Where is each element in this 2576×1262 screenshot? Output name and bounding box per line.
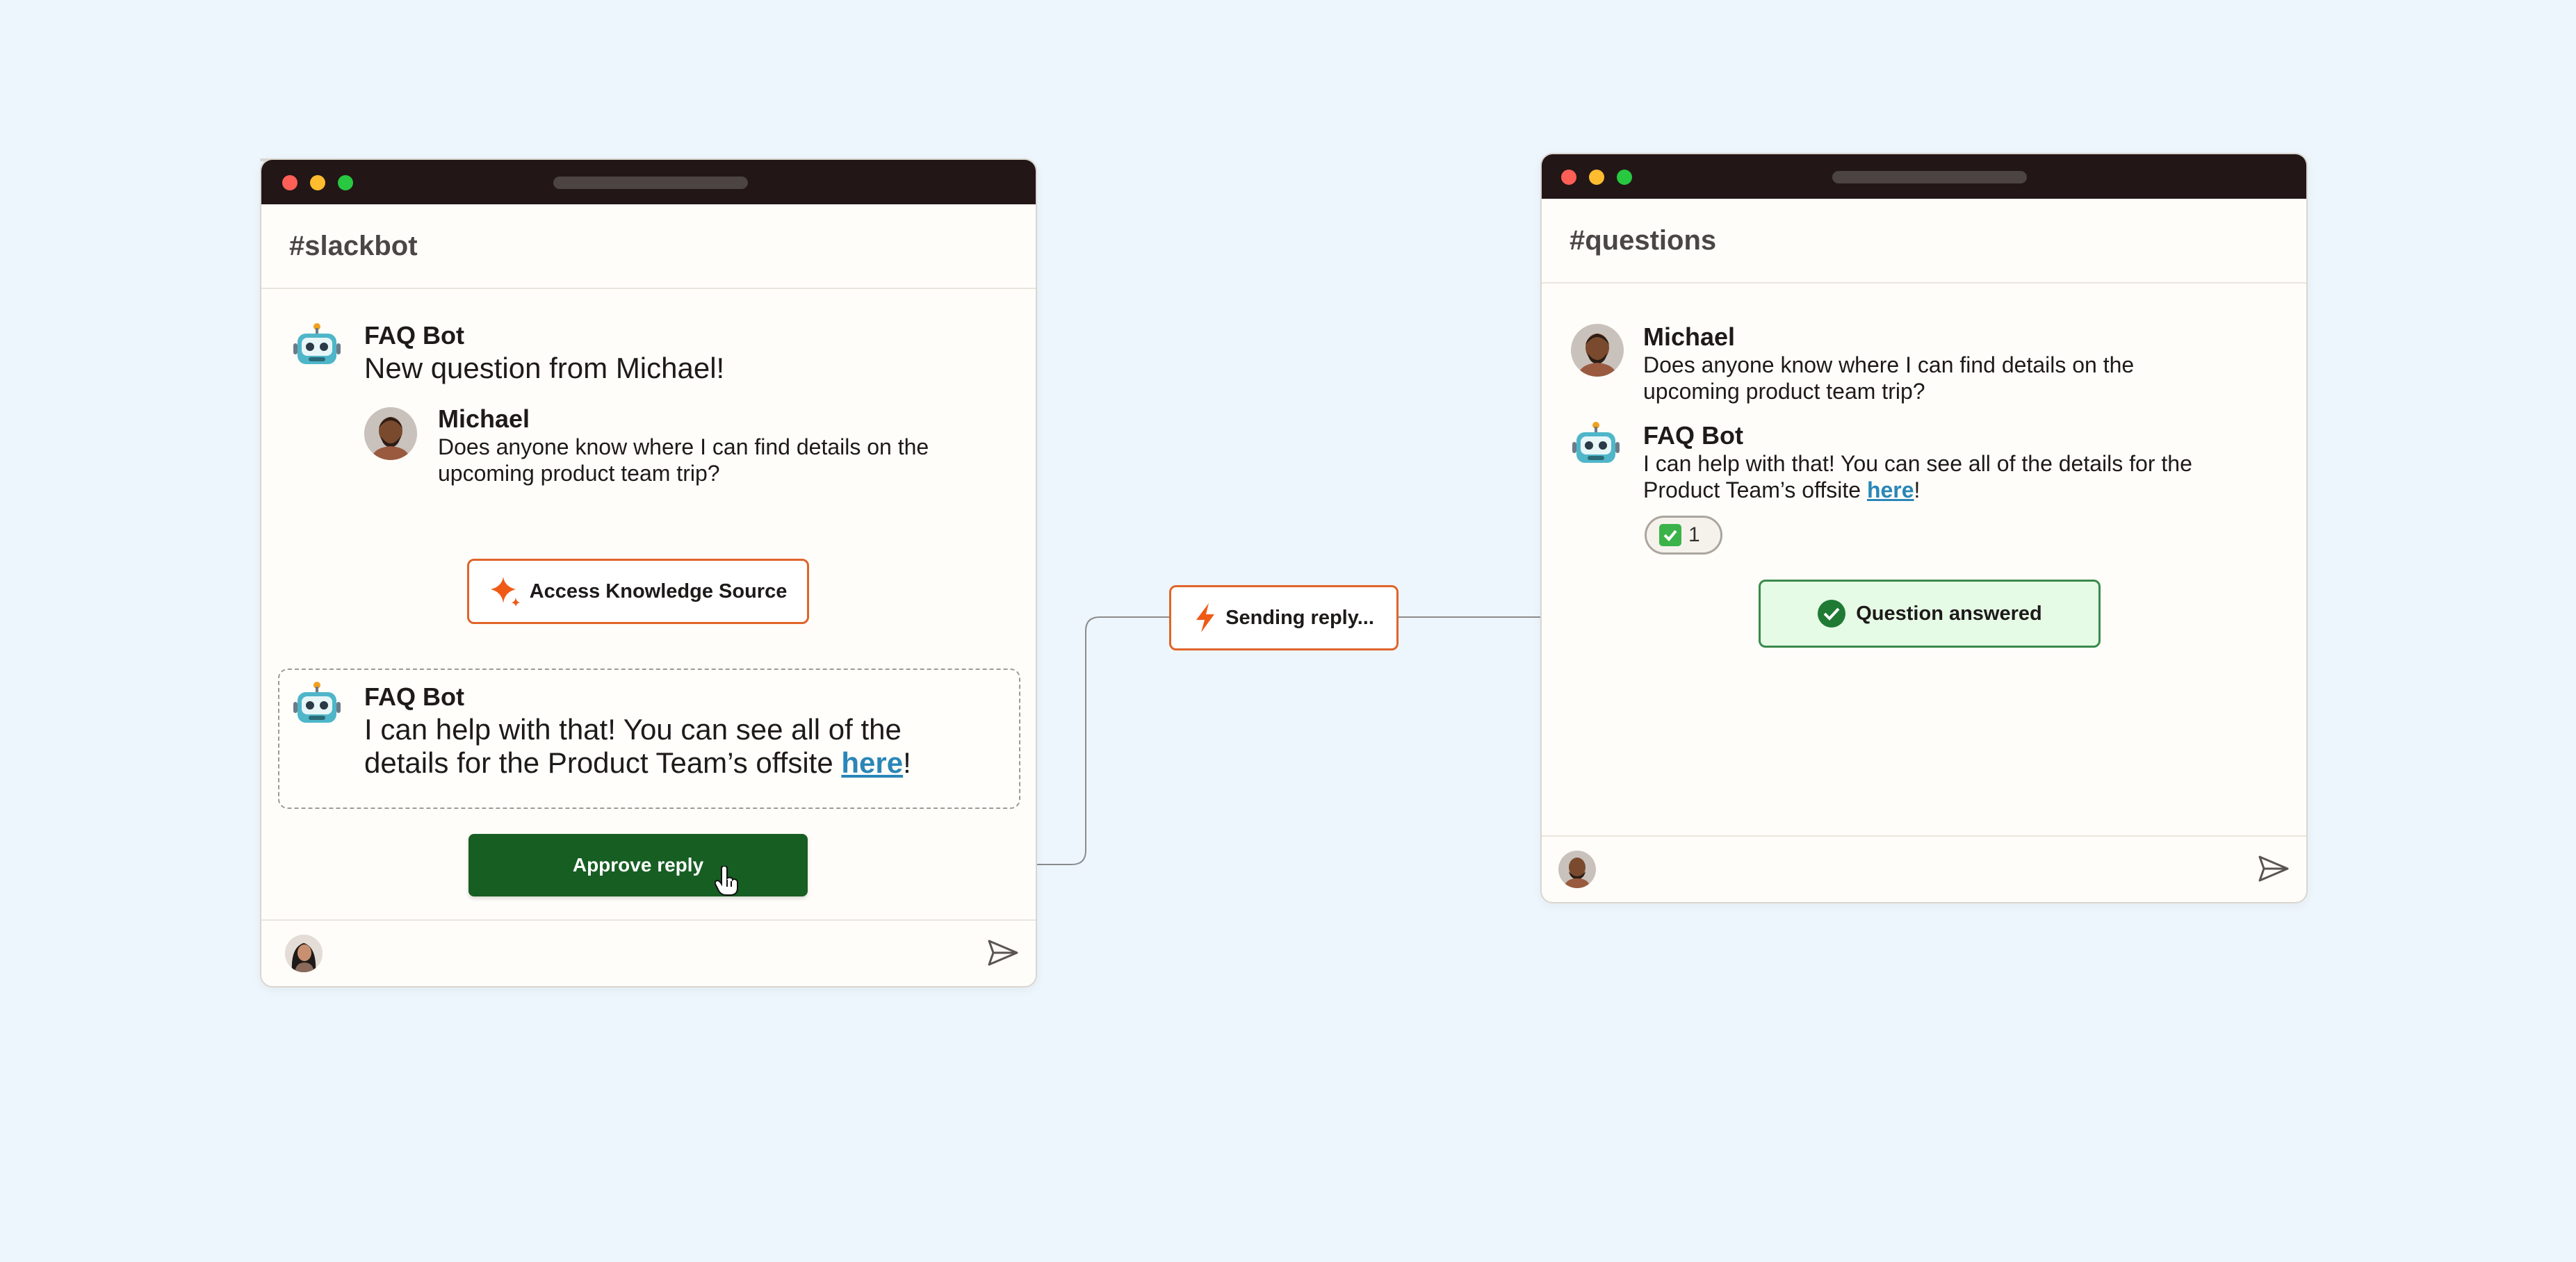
message-text: details for the Product Team’s offsite (364, 746, 842, 779)
message-text-line: Does anyone know where I can find detail… (438, 434, 929, 459)
lightning-icon (1193, 602, 1217, 634)
robot-icon (292, 681, 342, 731)
check-circle-icon (1817, 599, 1846, 628)
send-icon[interactable] (987, 939, 1019, 970)
window-titlebar (1542, 154, 2306, 199)
message-text-line: I can help with that! You can see all of… (1643, 451, 2192, 476)
minimize-window-button[interactable] (310, 175, 325, 190)
channel-header: #slackbot (261, 204, 1036, 289)
message-sender: FAQ Bot (364, 321, 464, 350)
sparkle-icon (489, 575, 521, 607)
send-icon[interactable] (2258, 855, 2290, 886)
here-link[interactable]: here (1867, 477, 1914, 502)
cursor-hand-icon (714, 864, 740, 900)
close-window-button[interactable] (1561, 170, 1576, 185)
message-text: ! (1914, 477, 1921, 502)
close-window-button[interactable] (282, 175, 297, 190)
address-bar[interactable] (553, 177, 748, 189)
message-text-line: upcoming product team trip? (1643, 379, 1925, 404)
node-label: Sending reply... (1225, 606, 1374, 629)
question-answered-node[interactable]: Question answered (1759, 580, 2101, 648)
here-link[interactable]: here (841, 746, 903, 779)
message-composer[interactable] (1542, 835, 2306, 902)
checkmark-emoji-icon (1659, 524, 1681, 546)
draft-reply-message: FAQ Bot I can help with that! You can se… (364, 682, 911, 780)
questions-window: #questions Michael Does anyone know wher… (1540, 153, 2308, 903)
message-text: ! (903, 746, 911, 779)
robot-icon (1571, 421, 1621, 471)
message-composer[interactable] (261, 919, 1036, 986)
reaction-badge[interactable]: 1 (1645, 516, 1722, 555)
channel-header: #questions (1542, 199, 2306, 284)
message-text-line: Does anyone know where I can find detail… (1643, 352, 2135, 377)
reaction-count: 1 (1688, 523, 1700, 546)
address-bar[interactable] (1832, 171, 2027, 183)
avatar (1558, 851, 1596, 888)
node-label: Question answered (1856, 602, 2042, 625)
michael-message: Michael Does anyone know where I can fin… (1643, 322, 2134, 404)
minimize-window-button[interactable] (1589, 170, 1604, 185)
access-knowledge-source-node[interactable]: Access Knowledge Source (467, 559, 809, 624)
message-text-line: I can help with that! You can see all of… (364, 713, 902, 746)
message-sender: FAQ Bot (364, 682, 464, 711)
approve-reply-label: Approve reply (572, 854, 704, 876)
window-titlebar (261, 160, 1036, 204)
message-text-line: details for the Product Team’s offsite h… (364, 746, 911, 780)
avatar (1571, 324, 1624, 377)
channel-name: #slackbot (289, 230, 418, 261)
robot-icon (292, 322, 342, 372)
approve-reply-button[interactable]: Approve reply (468, 834, 808, 896)
avatar (285, 935, 323, 972)
quoted-message: Michael Does anyone know where I can fin… (438, 404, 929, 486)
maximize-window-button[interactable] (1617, 170, 1632, 185)
bot-message: FAQ Bot I can help with that! You can se… (1643, 421, 2192, 503)
avatar (364, 407, 417, 460)
message-sender: Michael (1643, 322, 1736, 351)
sending-reply-node[interactable]: Sending reply... (1169, 585, 1399, 650)
message-text: New question from Michael! (364, 352, 725, 384)
maximize-window-button[interactable] (338, 175, 353, 190)
channel-name: #questions (1570, 224, 1717, 256)
message-sender: FAQ Bot (1643, 421, 1743, 450)
node-label: Access Knowledge Source (529, 580, 788, 603)
message-sender: Michael (438, 404, 530, 433)
bot-message: FAQ Bot New question from Michael! (364, 321, 724, 385)
message-text-line: Product Team’s offsite here! (1643, 477, 2192, 503)
message-text-line: upcoming product team trip? (438, 461, 720, 486)
message-text: Product Team’s offsite (1643, 477, 1867, 502)
